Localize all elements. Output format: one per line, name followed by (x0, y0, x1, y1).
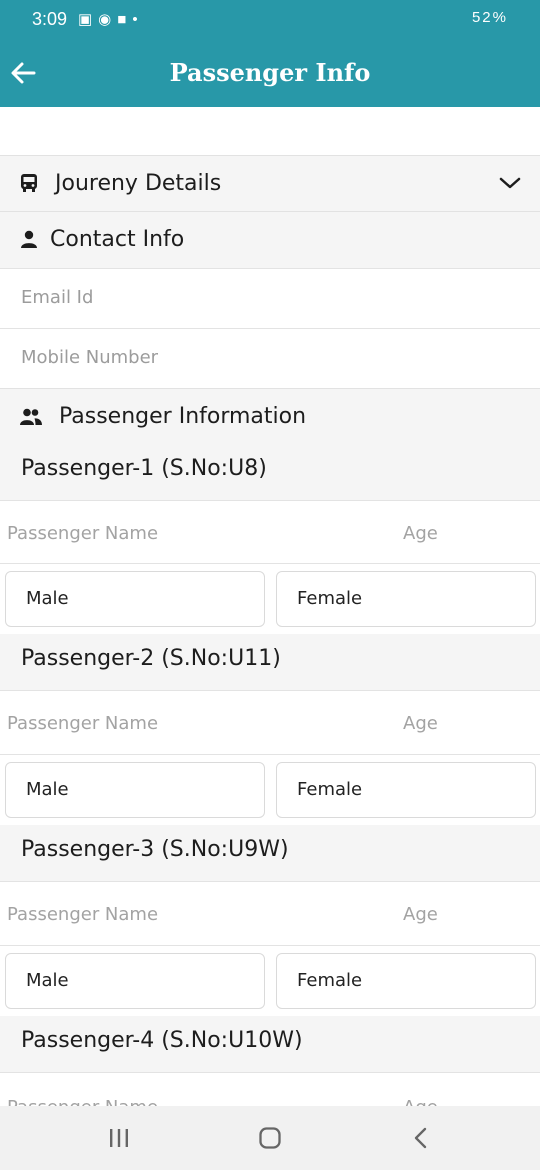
passenger-name-row: Passenger Name Age (0, 881, 540, 945)
passenger-name-input[interactable]: Passenger Name (7, 523, 158, 544)
battery-level: 52% (471, 9, 508, 26)
passenger-information-section: Passenger Information (0, 388, 540, 445)
male-label: Male (26, 779, 69, 800)
age-input[interactable]: Age (403, 713, 438, 734)
top-spacer (0, 107, 540, 155)
male-label: Male (26, 588, 69, 609)
female-button[interactable]: Female (276, 762, 536, 818)
passenger-title: Passenger-4 (S.No:U10W) (21, 1028, 303, 1053)
chevron-down-icon[interactable] (498, 175, 522, 191)
age-input[interactable]: Age (403, 523, 438, 544)
email-field[interactable]: Email Id (0, 268, 540, 328)
people-icon (20, 408, 42, 425)
back-nav-icon[interactable] (412, 1126, 430, 1150)
passenger-information-label: Passenger Information (59, 404, 307, 429)
bus-icon (21, 174, 37, 192)
male-label: Male (26, 970, 69, 991)
passenger-name-row: Passenger Name Age (0, 1072, 540, 1107)
gender-row: Male Female (0, 563, 540, 634)
passenger-header: Passenger-1 (S.No:U8) (0, 444, 540, 500)
age-input[interactable]: Age (403, 904, 438, 925)
page-title: Passenger Info (169, 58, 371, 87)
passenger-title: Passenger-1 (S.No:U8) (21, 456, 267, 481)
passenger-title: Passenger-3 (S.No:U9W) (21, 837, 289, 862)
app-bar: Passenger Info (0, 40, 540, 107)
recent-apps-icon[interactable] (108, 1127, 130, 1149)
passenger-name-input[interactable]: Passenger Name (7, 904, 158, 925)
passenger-name-input[interactable]: Passenger Name (7, 713, 158, 734)
female-label: Female (297, 588, 363, 609)
contact-info-label: Contact Info (50, 227, 185, 252)
female-label: Female (297, 970, 363, 991)
mobile-number-field[interactable]: Mobile Number (0, 328, 540, 388)
contact-info-section: Contact Info (0, 211, 540, 268)
passenger-header: Passenger-2 (S.No:U11) (0, 634, 540, 690)
system-icons: 52% (472, 9, 508, 26)
status-bar: 3:09 ▣◉■• 52% (0, 0, 540, 40)
female-button[interactable]: Female (276, 953, 536, 1009)
gender-row: Male Female (0, 754, 540, 825)
passenger-name-row: Passenger Name Age (0, 500, 540, 564)
male-button[interactable]: Male (5, 571, 265, 627)
female-label: Female (297, 779, 363, 800)
passenger-title: Passenger-2 (S.No:U11) (21, 646, 281, 671)
home-icon[interactable] (258, 1126, 282, 1150)
notification-icons: ▣◉■• (78, 11, 144, 28)
male-button[interactable]: Male (5, 953, 265, 1009)
male-button[interactable]: Male (5, 762, 265, 818)
passenger-header: Passenger-3 (S.No:U9W) (0, 825, 540, 881)
mobile-placeholder: Mobile Number (21, 347, 159, 368)
status-time: 3:09 (32, 9, 68, 29)
gender-row: Male Female (0, 945, 540, 1016)
journey-details-label: Joureny Details (55, 171, 222, 196)
person-icon (21, 230, 37, 248)
passenger-name-row: Passenger Name Age (0, 690, 540, 754)
passenger-header: Passenger-4 (S.No:U10W) (0, 1016, 540, 1072)
female-button[interactable]: Female (276, 571, 536, 627)
email-placeholder: Email Id (21, 287, 94, 308)
system-nav-bar (0, 1106, 540, 1170)
journey-details-section[interactable]: Joureny Details (0, 155, 540, 212)
